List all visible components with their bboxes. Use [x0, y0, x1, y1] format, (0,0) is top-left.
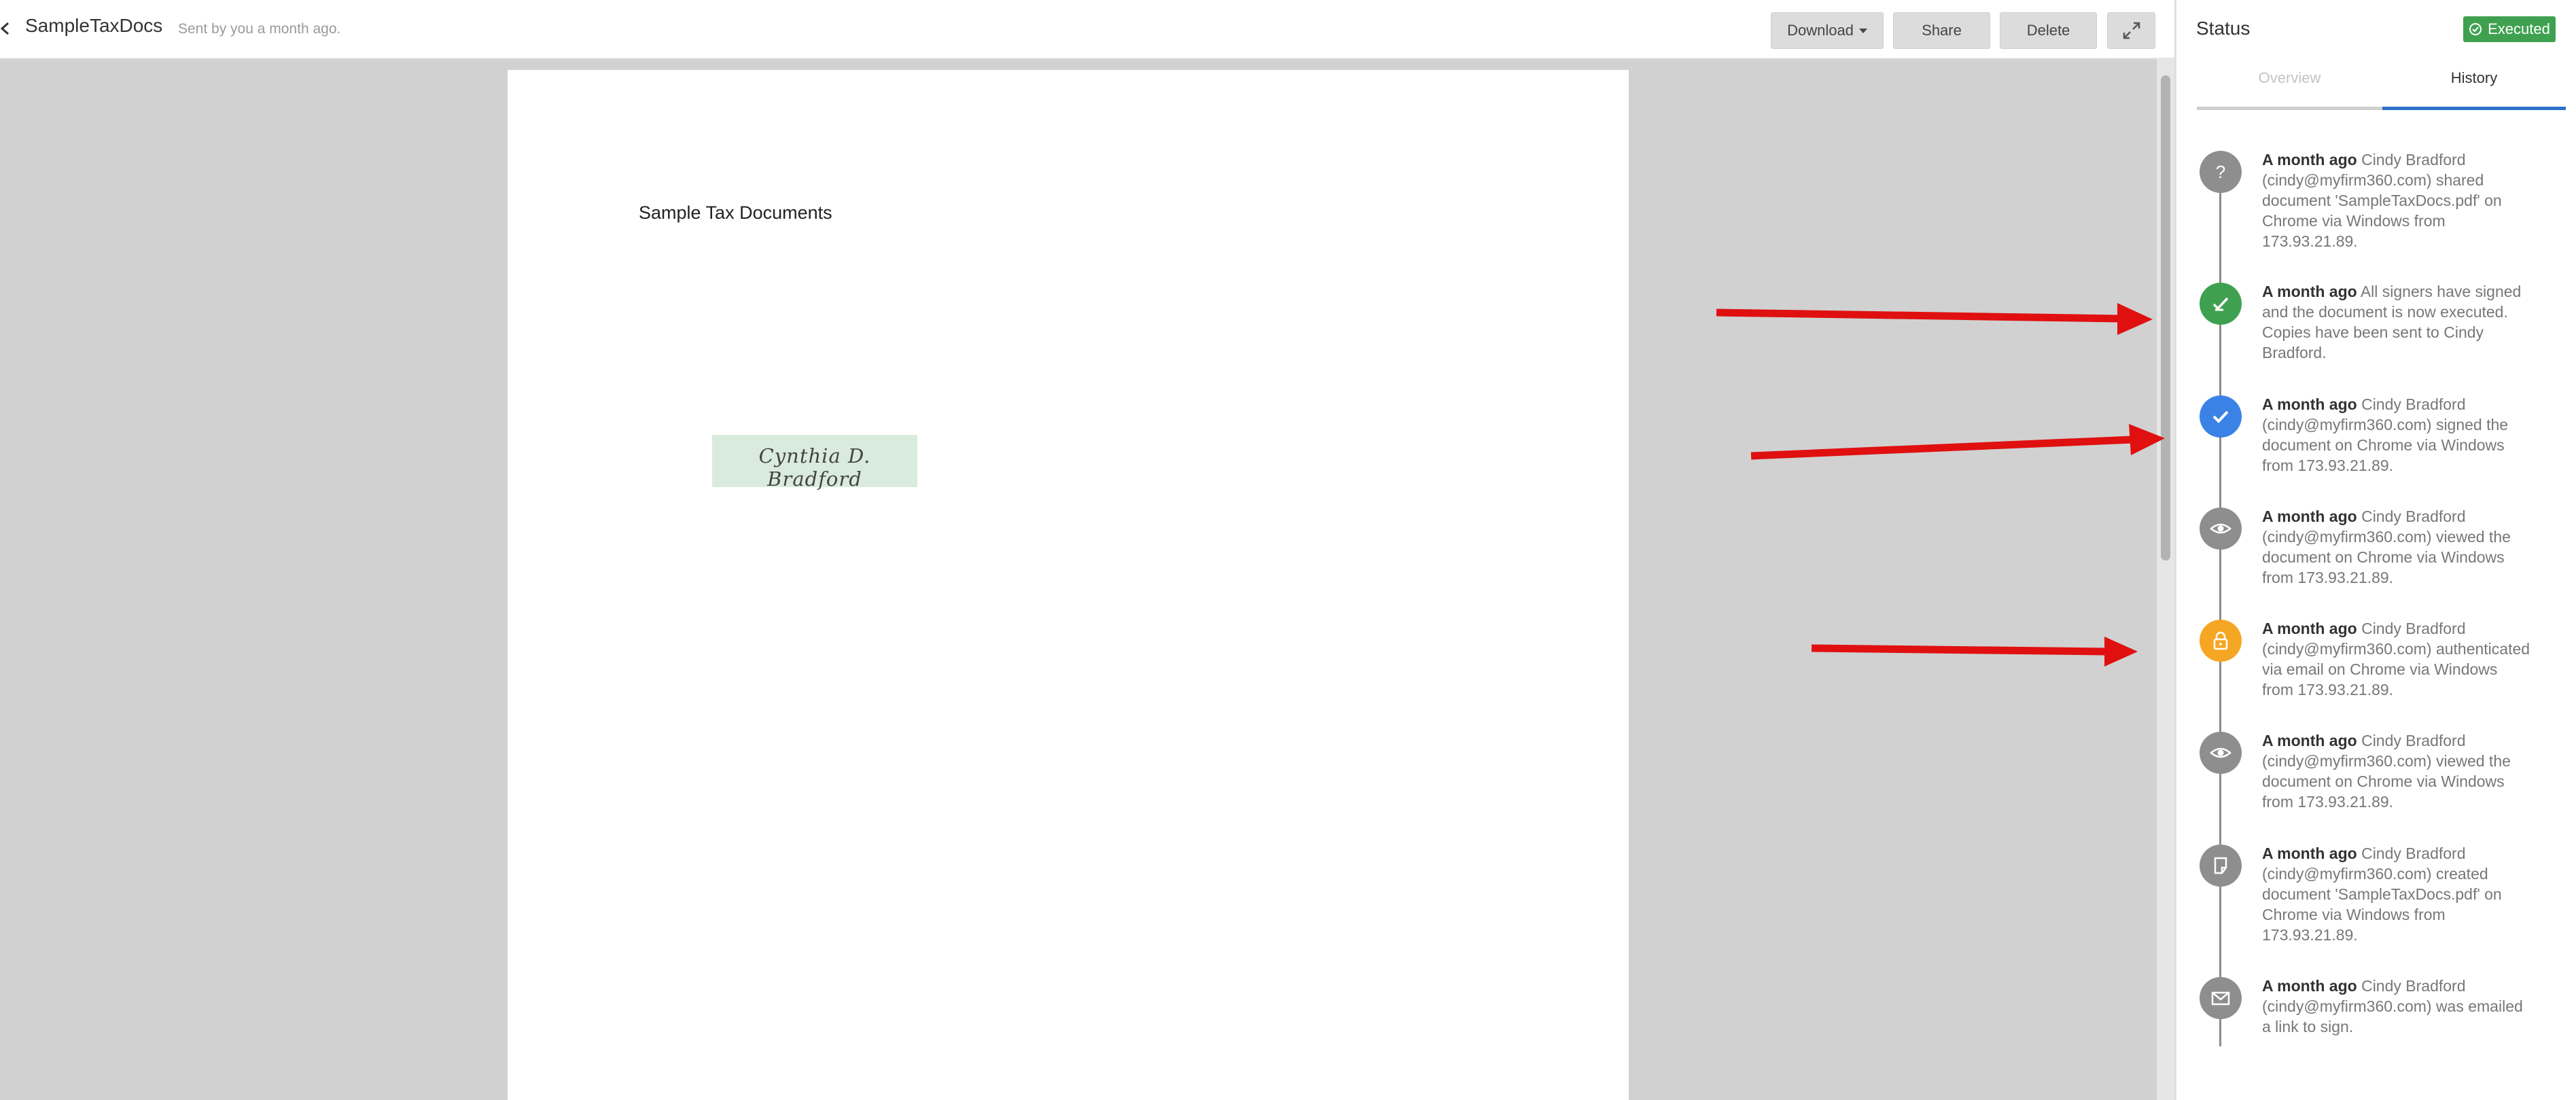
status-badge-label: Executed [2488, 20, 2550, 37]
executed-icon [2200, 283, 2242, 325]
eye-icon [2200, 732, 2242, 774]
delete-button[interactable]: Delete [2000, 12, 2097, 49]
history-item-text: A month ago Cindy Bradford (cindy@myfirm… [2262, 976, 2530, 1037]
tab-history-label: History [2450, 69, 2498, 86]
history-item-text: A month ago Cindy Bradford (cindy@myfirm… [2262, 730, 2530, 812]
share-button[interactable]: Share [1893, 12, 1990, 49]
history-item-text: A month ago Cindy Bradford (cindy@myfirm… [2262, 506, 2530, 588]
status-badge: Executed [2463, 16, 2556, 42]
sent-info: Sent by you a month ago. [178, 21, 341, 37]
back-icon[interactable] [0, 15, 11, 42]
share-button-label: Share [1922, 22, 1962, 39]
history-item-time: A month ago [2262, 620, 2357, 637]
history-item-text: A month ago Cindy Bradford (cindy@myfirm… [2262, 618, 2530, 700]
status-panel: Status Executed Overview History ? A mon… [2176, 0, 2576, 1100]
history-item-time: A month ago [2262, 977, 2357, 995]
signature-field[interactable]: Cynthia D. Bradford [712, 435, 917, 491]
history-item-time: A month ago [2262, 395, 2357, 413]
history-item-time: A month ago [2262, 283, 2357, 300]
document-viewer[interactable]: Sample Tax Documents Cynthia D. Bradford [0, 59, 2157, 1100]
check-icon [2200, 395, 2242, 438]
history-item-time: A month ago [2262, 151, 2357, 168]
history-item-text: A month ago Cindy Bradford (cindy@myfirm… [2262, 843, 2530, 945]
page-heading: Sample Tax Documents [639, 202, 832, 223]
envelope-icon [2200, 977, 2242, 1019]
history-item-time: A month ago [2262, 845, 2357, 862]
history-item-text: A month ago All signers have signed and … [2262, 281, 2530, 363]
history-item-text: A month ago Cindy Bradford (cindy@myfirm… [2262, 394, 2530, 476]
caret-down-icon [1858, 28, 1867, 33]
tab-overview-label: Overview [2258, 69, 2321, 86]
signature-text: Cynthia D. Bradford [758, 444, 871, 491]
fullscreen-button[interactable] [2107, 12, 2155, 49]
eye-icon [2200, 508, 2242, 550]
expand-icon [2123, 22, 2140, 39]
document-page: Sample Tax Documents Cynthia D. Bradford [508, 70, 1629, 1100]
document-header: SampleTaxDocs Sent by you a month ago. D… [0, 0, 2174, 59]
download-button[interactable]: Download [1771, 12, 1884, 49]
lock-icon [2200, 620, 2242, 662]
history-item-time: A month ago [2262, 732, 2357, 749]
tab-overview[interactable]: Overview [2197, 69, 2382, 110]
download-button-label: Download [1787, 22, 1854, 39]
history-item-time: A month ago [2262, 508, 2357, 525]
scrollbar-thumb[interactable] [2161, 75, 2170, 561]
viewer-scrollbar[interactable] [2157, 59, 2174, 1100]
check-circle-icon [2469, 23, 2482, 35]
history-item-text: A month ago Cindy Bradford (cindy@myfirm… [2262, 149, 2530, 251]
document-title: SampleTaxDocs [25, 15, 163, 36]
question-icon: ? [2200, 151, 2242, 193]
panel-title: Status [2196, 18, 2251, 39]
document-icon [2200, 845, 2242, 887]
delete-button-label: Delete [2026, 22, 2070, 39]
tab-history[interactable]: History [2382, 69, 2566, 110]
